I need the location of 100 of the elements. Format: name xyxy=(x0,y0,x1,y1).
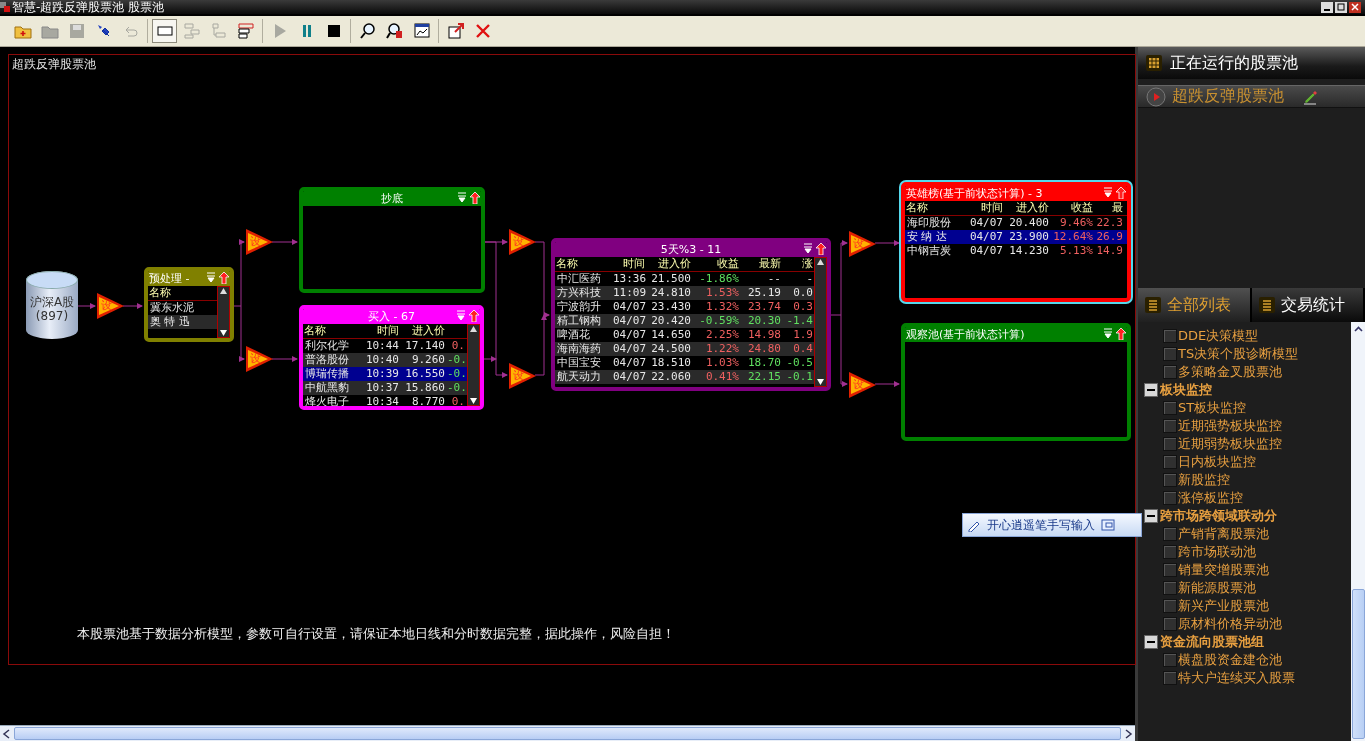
expand-toggle[interactable] xyxy=(1144,383,1158,397)
up-arrow-icon[interactable] xyxy=(816,243,826,255)
checkbox[interactable] xyxy=(1163,563,1177,577)
tree-item[interactable]: 新股监控 xyxy=(1178,471,1230,489)
table-row[interactable]: 中国宝安 04/07 18.510 1.03% 18.70 -0.5 xyxy=(555,356,814,370)
table-cell-text: 海印股份 xyxy=(906,216,952,230)
table-cell-text: 04/07 xyxy=(968,244,1003,258)
tree-item[interactable]: 涨停板监控 xyxy=(1178,489,1243,507)
table-row[interactable]: 啤酒花 04/07 14.650 2.25% 14.98 1.9 xyxy=(555,328,814,342)
table-cell-text: 利尔化学 xyxy=(304,339,350,353)
tree-item[interactable]: DDE决策模型 xyxy=(1178,327,1259,345)
expand-toggle[interactable] xyxy=(1144,635,1158,649)
running-pool-item[interactable]: 超跌反弹股票池 xyxy=(1138,85,1365,108)
table-row[interactable]: 宁波韵升 04/07 23.430 1.32% 23.74 0.3 xyxy=(555,300,814,314)
filter-icon[interactable] xyxy=(457,192,467,203)
vertical-scrollbar[interactable] xyxy=(1351,322,1365,741)
tree-item[interactable]: 多策略金叉股票池 xyxy=(1178,363,1282,381)
table-row[interactable]: 奥 特 迅 xyxy=(148,315,217,329)
pencil-icon[interactable] xyxy=(1302,88,1318,105)
tree-item[interactable]: 跨市场联动池 xyxy=(1178,543,1256,561)
scrollbar[interactable] xyxy=(467,324,480,406)
maximize-icon[interactable] xyxy=(1335,1,1347,13)
table-row[interactable]: 精工钢构 04/07 20.420 -0.59% 20.30 -1.4 xyxy=(555,314,814,328)
scroll-down-icon[interactable] xyxy=(816,377,825,386)
table-cell-text: 方兴科技 xyxy=(556,286,602,300)
handwriting-input-bar[interactable]: 开心逍遥笔手写输入 xyxy=(962,513,1142,537)
table-row[interactable]: 海南海药 04/07 24.500 1.22% 24.80 0.4 xyxy=(555,342,814,356)
filter-icon[interactable] xyxy=(1103,328,1113,339)
pool-node[interactable] xyxy=(551,238,831,391)
scroll-down-icon[interactable] xyxy=(219,328,228,337)
checkbox[interactable] xyxy=(1163,329,1177,343)
tree-item[interactable]: 新兴产业股票池 xyxy=(1178,597,1269,615)
source-database[interactable]: 沪深A股 (897) xyxy=(26,271,78,339)
pool-node[interactable]: 预处理 - 名称 冀东水泥 奥 特 迅 xyxy=(144,267,234,342)
tree-item[interactable]: 特大户连续买入股票 xyxy=(1178,669,1295,687)
pool-node[interactable]: 英雄榜(基于前状态计算) - 3 名称 时间 进入价 收益 最 海印股份 04/07 20.400 9.46% 22.3 安 纳 达 04/07 23.900 12.64% 26.9 中钢吉炭 04/07 14.230 5.13% 14.9 xyxy=(901,182,1131,302)
filter-icon[interactable] xyxy=(206,272,216,283)
sidebar-tab[interactable]: 全部列表 xyxy=(1138,288,1252,322)
horizontal-scrollbar[interactable] xyxy=(0,725,1135,741)
pool-node[interactable]: 买入 - 67 名称 时间 进入价 利尔化学 10:44 17.140 0. 普洛股份 10:40 9.260 -0. 博瑞传播 10:39 16.550 -0. 中航黑豹 10:37 15.860 -0. 烽火电子 10:34 8.770 0. xyxy=(299,305,484,410)
connector-arrow xyxy=(122,303,143,309)
up-arrow-icon[interactable] xyxy=(470,192,480,204)
tree-item[interactable]: TS决策个股诊断模型 xyxy=(1178,345,1299,363)
table-row[interactable]: 中航黑豹 10:37 15.860 -0. xyxy=(303,381,467,395)
checkbox[interactable] xyxy=(1163,437,1177,451)
close-icon[interactable] xyxy=(1349,1,1361,13)
pool-node[interactable]: 观察池(基于前状态计算) xyxy=(901,323,1131,441)
checkbox[interactable] xyxy=(1163,653,1177,667)
tree-item[interactable]: ST板块监控 xyxy=(1178,399,1247,417)
filter-icon[interactable] xyxy=(803,243,813,254)
checkbox[interactable] xyxy=(1163,581,1177,595)
scroll-left-icon[interactable] xyxy=(2,728,12,739)
checkbox[interactable] xyxy=(1163,599,1177,613)
checkbox[interactable] xyxy=(1163,671,1177,685)
list-icon xyxy=(1258,297,1275,313)
scrollbar[interactable] xyxy=(814,257,827,387)
tree-item[interactable]: 日内板块监控 xyxy=(1178,453,1256,471)
checkbox[interactable] xyxy=(1163,455,1177,469)
pool-node[interactable]: 抄底 xyxy=(299,187,485,293)
tree-item[interactable]: 近期强势板块监控 xyxy=(1178,417,1282,435)
tree-group-label[interactable]: 板块监控 xyxy=(1160,381,1212,399)
up-arrow-icon[interactable] xyxy=(1116,187,1126,199)
table-row[interactable]: 安 纳 达 04/07 23.900 12.64% 26.9 xyxy=(905,230,1127,244)
tree-item[interactable]: 产销背离股票池 xyxy=(1178,525,1269,543)
restore-icon[interactable] xyxy=(1101,519,1115,531)
checkbox[interactable] xyxy=(1163,491,1177,505)
tree-item[interactable]: 销量突增股票池 xyxy=(1178,561,1269,579)
checkbox[interactable] xyxy=(1163,419,1177,433)
checkbox[interactable] xyxy=(1163,527,1177,541)
column-header: 最新 xyxy=(758,257,781,271)
minimize-icon[interactable] xyxy=(1321,1,1333,13)
expand-toggle[interactable] xyxy=(1144,509,1158,523)
scroll-down-icon[interactable] xyxy=(469,396,478,405)
table-row[interactable]: 方兴科技 11:09 24.810 1.53% 25.19 0.0 xyxy=(555,286,814,300)
tree-item[interactable]: 新能源股票池 xyxy=(1178,579,1256,597)
table-row[interactable]: 航天动力 04/07 22.060 0.41% 22.15 -0.1 xyxy=(555,370,814,384)
table-row[interactable]: 普洛股份 10:40 9.260 -0. xyxy=(303,353,467,367)
table-cell-text: -- xyxy=(766,272,781,286)
checkbox[interactable] xyxy=(1163,401,1177,415)
scrollbar[interactable] xyxy=(217,286,230,338)
filter-icon[interactable] xyxy=(1103,187,1113,198)
table-row[interactable]: 博瑞传播 10:39 16.550 -0. xyxy=(303,367,467,381)
scroll-right-icon[interactable] xyxy=(1123,728,1133,739)
play-icon[interactable] xyxy=(1146,86,1166,107)
column-header: 进入价 xyxy=(657,257,691,271)
checkbox[interactable] xyxy=(1163,473,1177,487)
sidebar-tab[interactable]: 交易统计 xyxy=(1251,288,1365,322)
table-row[interactable]: 中汇医药 13:36 21.500 -1.86% -- - xyxy=(555,272,814,286)
tree-item[interactable]: 原材料价格异动池 xyxy=(1178,615,1282,633)
tree-group-label[interactable]: 资金流向股票池组 xyxy=(1160,633,1264,651)
checkbox[interactable] xyxy=(1163,365,1177,379)
up-arrow-icon[interactable] xyxy=(1116,328,1126,340)
tree-item[interactable]: 近期弱势板块监控 xyxy=(1178,435,1282,453)
checkbox[interactable] xyxy=(1163,617,1177,631)
pool-name: 超跌反弹股票池 xyxy=(1172,86,1284,107)
tree-item[interactable]: 横盘股资金建仓池 xyxy=(1178,651,1282,669)
checkbox[interactable] xyxy=(1163,347,1177,361)
tree-group-label[interactable]: 跨市场跨领域联动分 xyxy=(1160,507,1277,525)
table-cell-text: 23.430 xyxy=(650,300,691,314)
checkbox[interactable] xyxy=(1163,545,1177,559)
